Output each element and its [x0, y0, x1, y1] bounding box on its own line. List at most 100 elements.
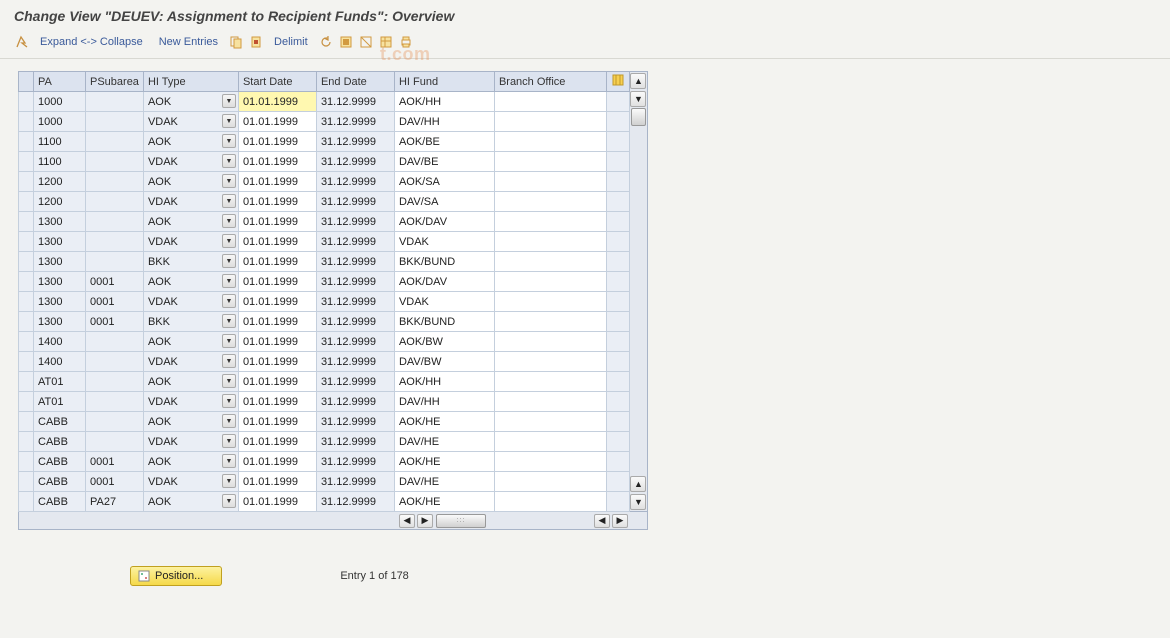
- dropdown-icon[interactable]: ▼: [222, 474, 236, 488]
- dropdown-icon[interactable]: ▼: [222, 114, 236, 128]
- cell-pa[interactable]: 1300: [34, 232, 86, 252]
- cell-pa[interactable]: 1200: [34, 192, 86, 212]
- cell-branch-office[interactable]: [494, 272, 606, 292]
- cell-hi-fund[interactable]: BKK/BUND: [394, 312, 494, 332]
- cell-branch-office[interactable]: [494, 432, 606, 452]
- row-selector[interactable]: [19, 132, 34, 152]
- cell-hi-fund[interactable]: VDAK: [394, 232, 494, 252]
- cell-hi-type[interactable]: AOK▼: [143, 332, 238, 352]
- cell-hi-type[interactable]: VDAK▼: [143, 292, 238, 312]
- cell-psubarea[interactable]: [86, 432, 144, 452]
- scroll-track[interactable]: [630, 108, 647, 475]
- cell-start-date[interactable]: 01.01.1999: [238, 392, 316, 412]
- cell-hi-type[interactable]: AOK▼: [143, 172, 238, 192]
- cell-start-date[interactable]: 01.01.1999: [238, 372, 316, 392]
- cell-end-date[interactable]: 31.12.9999: [316, 432, 394, 452]
- dropdown-icon[interactable]: ▼: [222, 274, 236, 288]
- row-selector[interactable]: [19, 232, 34, 252]
- toggle-icon[interactable]: [14, 34, 30, 50]
- cell-start-date[interactable]: 01.01.1999: [238, 252, 316, 272]
- cell-pa[interactable]: CABB: [34, 472, 86, 492]
- cell-branch-office[interactable]: [494, 172, 606, 192]
- configure-columns-icon[interactable]: [606, 72, 629, 92]
- cell-pa[interactable]: CABB: [34, 452, 86, 472]
- cell-pa[interactable]: 1100: [34, 152, 86, 172]
- cell-pa[interactable]: AT01: [34, 372, 86, 392]
- dropdown-icon[interactable]: ▼: [222, 454, 236, 468]
- cell-hi-type[interactable]: VDAK▼: [143, 392, 238, 412]
- cell-hi-type[interactable]: VDAK▼: [143, 472, 238, 492]
- cell-psubarea[interactable]: [86, 392, 144, 412]
- deselect-all-icon[interactable]: [358, 34, 374, 50]
- cell-pa[interactable]: 1100: [34, 132, 86, 152]
- row-selector[interactable]: [19, 192, 34, 212]
- cell-end-date[interactable]: 31.12.9999: [316, 472, 394, 492]
- cell-hi-type[interactable]: VDAK▼: [143, 152, 238, 172]
- dropdown-icon[interactable]: ▼: [222, 314, 236, 328]
- col-pa[interactable]: PA: [34, 72, 86, 92]
- cell-end-date[interactable]: 31.12.9999: [316, 212, 394, 232]
- cell-start-date[interactable]: 01.01.1999: [238, 432, 316, 452]
- cell-hi-fund[interactable]: DAV/HH: [394, 392, 494, 412]
- select-all-icon[interactable]: [338, 34, 354, 50]
- cell-end-date[interactable]: 31.12.9999: [316, 372, 394, 392]
- row-selector-header[interactable]: [19, 72, 34, 92]
- cell-end-date[interactable]: 31.12.9999: [316, 252, 394, 272]
- hscroll-thumb[interactable]: :::: [436, 514, 486, 528]
- row-selector[interactable]: [19, 92, 34, 112]
- cell-branch-office[interactable]: [494, 452, 606, 472]
- dropdown-icon[interactable]: ▼: [222, 374, 236, 388]
- cell-hi-fund[interactable]: AOK/BE: [394, 132, 494, 152]
- row-selector[interactable]: [19, 152, 34, 172]
- cell-start-date[interactable]: 01.01.1999: [238, 132, 316, 152]
- cell-branch-office[interactable]: [494, 472, 606, 492]
- row-selector[interactable]: [19, 332, 34, 352]
- dropdown-icon[interactable]: ▼: [222, 494, 236, 508]
- row-selector[interactable]: [19, 112, 34, 132]
- dropdown-icon[interactable]: ▼: [222, 294, 236, 308]
- copy-as-icon[interactable]: [248, 34, 264, 50]
- cell-start-date[interactable]: 01.01.1999: [238, 472, 316, 492]
- print-icon[interactable]: [398, 34, 414, 50]
- cell-branch-office[interactable]: [494, 112, 606, 132]
- cell-psubarea[interactable]: [86, 112, 144, 132]
- cell-start-date[interactable]: 01.01.1999: [238, 352, 316, 372]
- cell-hi-fund[interactable]: DAV/BE: [394, 152, 494, 172]
- cell-hi-type[interactable]: AOK▼: [143, 372, 238, 392]
- col-hi-type[interactable]: HI Type: [143, 72, 238, 92]
- dropdown-icon[interactable]: ▼: [222, 234, 236, 248]
- col-start-date[interactable]: Start Date: [238, 72, 316, 92]
- row-selector[interactable]: [19, 212, 34, 232]
- cell-pa[interactable]: 1300: [34, 212, 86, 232]
- cell-psubarea[interactable]: [86, 172, 144, 192]
- cell-end-date[interactable]: 31.12.9999: [316, 332, 394, 352]
- cell-end-date[interactable]: 31.12.9999: [316, 232, 394, 252]
- cell-branch-office[interactable]: [494, 392, 606, 412]
- hscroll-right2-icon[interactable]: ▶: [612, 514, 628, 528]
- cell-branch-office[interactable]: [494, 332, 606, 352]
- cell-start-date[interactable]: 01.01.1999: [238, 272, 316, 292]
- cell-pa[interactable]: 1300: [34, 312, 86, 332]
- cell-hi-type[interactable]: AOK▼: [143, 492, 238, 512]
- cell-psubarea[interactable]: [86, 372, 144, 392]
- row-selector[interactable]: [19, 172, 34, 192]
- new-entries-link[interactable]: New Entries: [153, 36, 224, 48]
- cell-branch-office[interactable]: [494, 132, 606, 152]
- cell-hi-type[interactable]: VDAK▼: [143, 112, 238, 132]
- cell-psubarea[interactable]: [86, 152, 144, 172]
- cell-pa[interactable]: 1200: [34, 172, 86, 192]
- cell-branch-office[interactable]: [494, 252, 606, 272]
- cell-start-date[interactable]: 01.01.1999: [238, 232, 316, 252]
- cell-psubarea[interactable]: [86, 192, 144, 212]
- cell-hi-fund[interactable]: AOK/BW: [394, 332, 494, 352]
- delimit-link[interactable]: Delimit: [268, 36, 314, 48]
- cell-pa[interactable]: 1400: [34, 332, 86, 352]
- cell-start-date[interactable]: 01.01.1999: [238, 312, 316, 332]
- col-branch-office[interactable]: Branch Office: [494, 72, 606, 92]
- row-selector[interactable]: [19, 292, 34, 312]
- cell-hi-type[interactable]: AOK▼: [143, 92, 238, 112]
- cell-pa[interactable]: 1300: [34, 252, 86, 272]
- cell-psubarea[interactable]: 0001: [86, 452, 144, 472]
- row-selector[interactable]: [19, 252, 34, 272]
- cell-branch-office[interactable]: [494, 212, 606, 232]
